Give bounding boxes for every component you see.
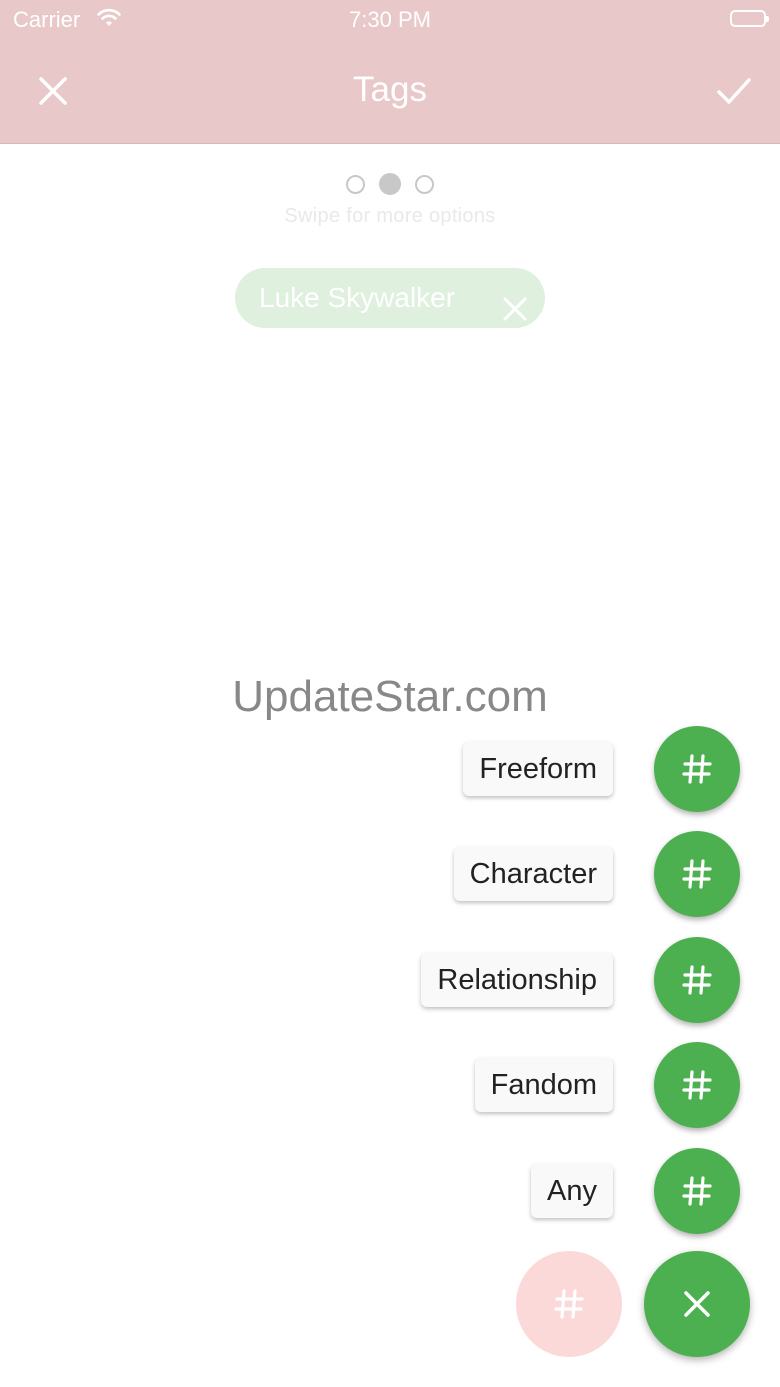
fab-label-any[interactable]: Any: [531, 1164, 613, 1218]
tag-chip[interactable]: Luke Skywalker: [235, 268, 545, 328]
status-bar: Carrier 7:30 PM: [0, 0, 780, 40]
page-title: Tags: [353, 70, 427, 109]
fab-character-button[interactable]: [654, 831, 740, 917]
fab-fandom-button[interactable]: [654, 1042, 740, 1128]
hash-icon: [682, 965, 712, 995]
fab-any-button[interactable]: [654, 1148, 740, 1234]
fab-label-relationship[interactable]: Relationship: [421, 953, 613, 1007]
page-dot[interactable]: [415, 174, 434, 194]
fab-label-fandom[interactable]: Fandom: [474, 1058, 613, 1112]
page-dot[interactable]: [346, 174, 365, 194]
fab-freeform-button[interactable]: [654, 726, 740, 812]
swipe-hint: Swipe for more options: [284, 205, 496, 227]
fab-label-freeform[interactable]: Freeform: [463, 742, 613, 796]
fab-relationship-button[interactable]: [654, 937, 740, 1023]
clock: 7:30 PM: [349, 7, 431, 32]
battery-icon: [730, 10, 769, 27]
watermark: UpdateStar.com: [232, 672, 548, 721]
fab-label-character[interactable]: Character: [453, 847, 613, 901]
fab-close-menu-button[interactable]: [644, 1251, 750, 1357]
hash-icon: [682, 859, 712, 889]
hash-icon: [554, 1289, 584, 1319]
tag-chip-label: Luke Skywalker: [259, 282, 456, 313]
page-indicator[interactable]: [0, 173, 780, 195]
remove-tag-button[interactable]: [501, 284, 529, 321]
done-button[interactable]: [714, 73, 754, 109]
hash-icon: [682, 1070, 712, 1100]
close-icon: [684, 1291, 710, 1317]
navigation-bar: Tags: [0, 40, 780, 144]
faded-hash-button[interactable]: [516, 1251, 622, 1357]
close-icon: [503, 297, 527, 321]
check-icon: [717, 78, 751, 104]
hash-icon: [682, 1176, 712, 1206]
page-dot-active[interactable]: [379, 173, 401, 195]
hash-icon: [682, 754, 712, 784]
